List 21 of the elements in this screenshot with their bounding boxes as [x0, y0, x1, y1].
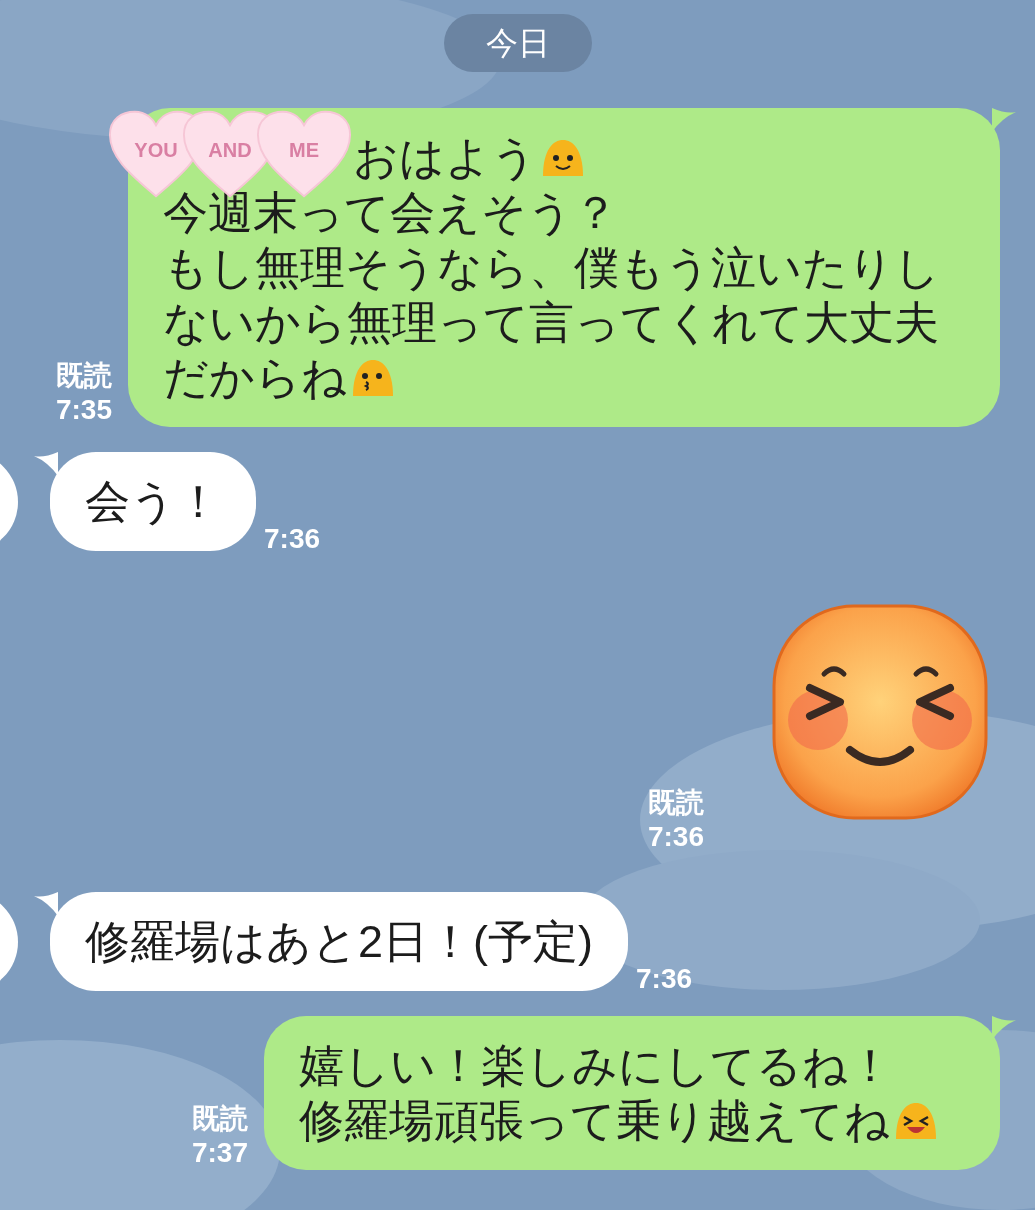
sticker-word: AND [207, 138, 253, 162]
message-time: 7:35 [55, 393, 112, 427]
message-time: 7:37 [191, 1136, 248, 1170]
message-text: おはよう [353, 130, 537, 185]
sticker-word: ME [288, 138, 320, 162]
message-time: 7:36 [647, 820, 704, 854]
message-text: 修羅場はあと2日！(予定) [85, 914, 593, 969]
message-text: もし無理そうなら、僕もう泣いたりし [163, 240, 940, 295]
read-receipt: 既読 [647, 786, 704, 820]
message-text: 修羅場頑張って乗り越えてね [299, 1093, 890, 1148]
read-receipt: 既読 [191, 1102, 248, 1136]
message-text: 今週末って会えそう？ [163, 185, 618, 240]
message-time: 7:36 [264, 522, 321, 556]
message-text: ないから無理って言ってくれて大丈夫 [163, 295, 939, 350]
message-text: 嬉しい！楽しみにしてるね！ [299, 1038, 893, 1093]
message-text: 会う！ [85, 474, 221, 529]
message-text: だからね [163, 350, 347, 405]
sticker-word: YOU [133, 138, 179, 162]
read-receipt: 既読 [55, 359, 112, 393]
date-label: 今日 [443, 14, 592, 72]
message-time: 7:36 [636, 962, 693, 996]
